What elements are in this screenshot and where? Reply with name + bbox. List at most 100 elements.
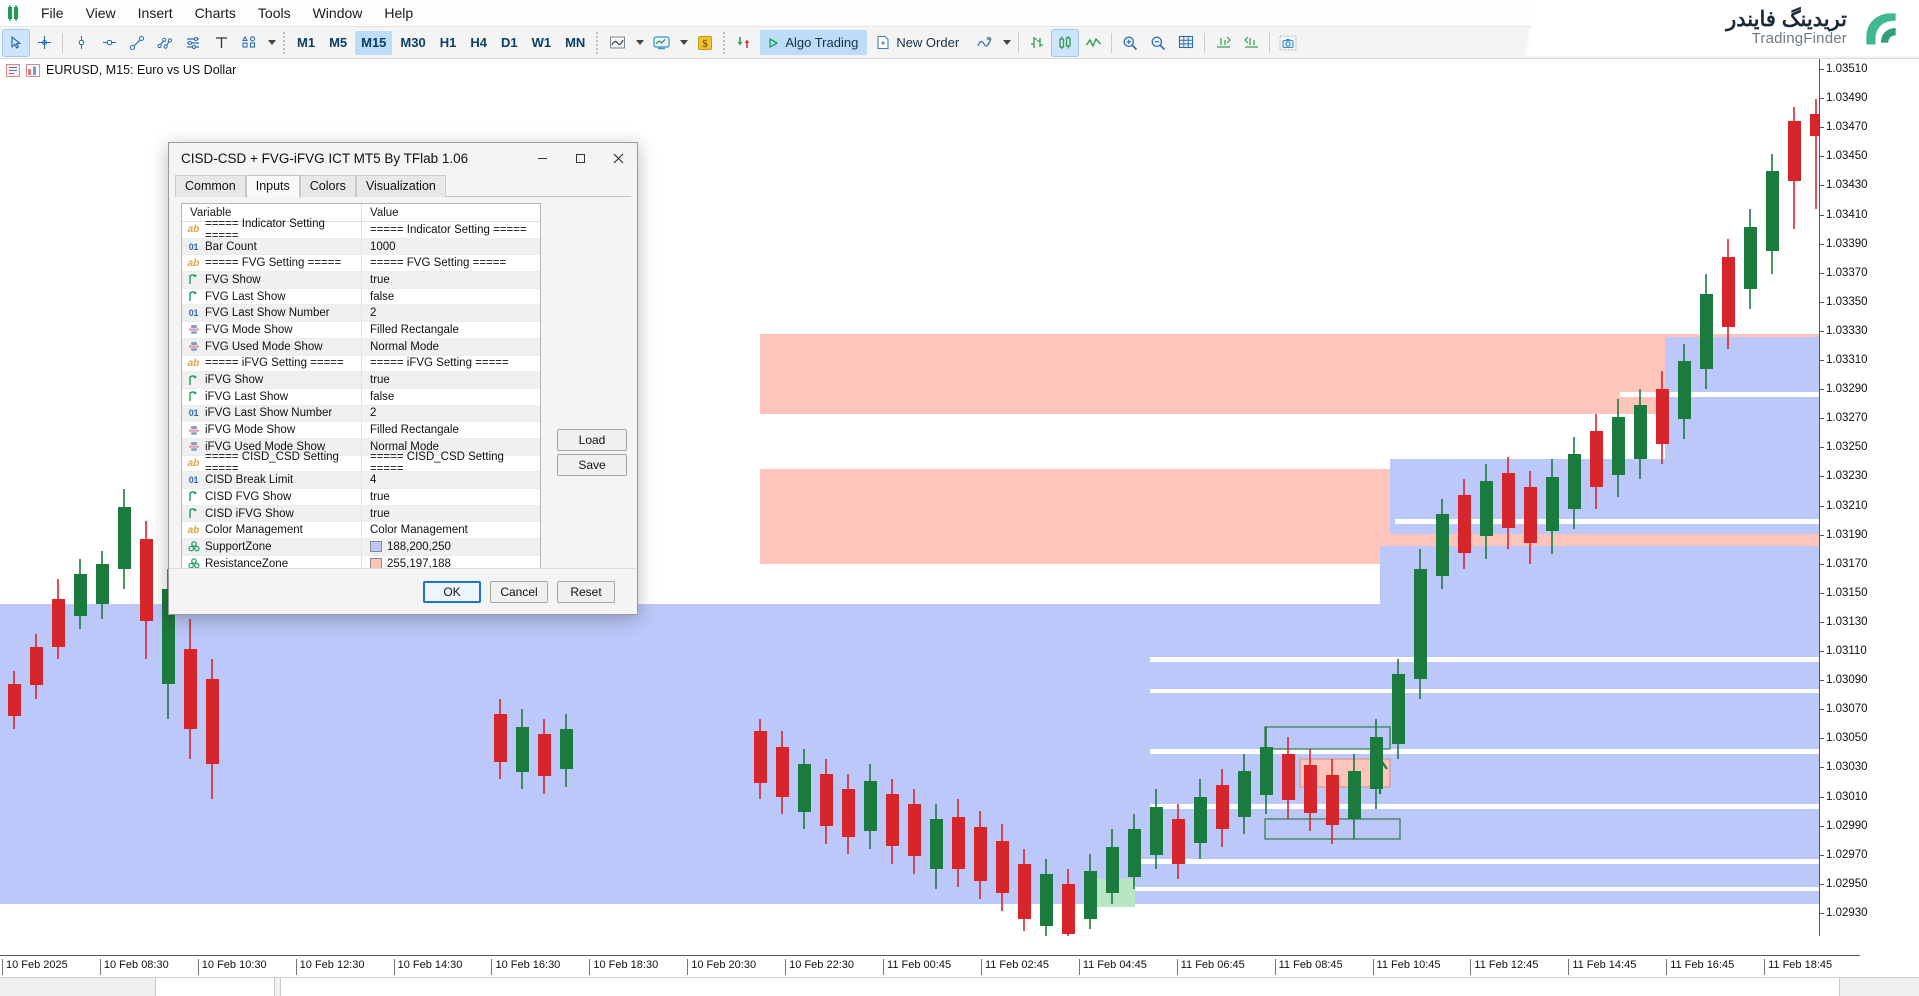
grid-row[interactable]: FVG Showtrue: [182, 272, 540, 289]
currency-icon[interactable]: $: [692, 30, 718, 56]
candlestick-chart-icon[interactable]: [1052, 30, 1078, 56]
timeframe-m15[interactable]: M15: [355, 31, 392, 55]
grid-row[interactable]: FVG Last Showfalse: [182, 289, 540, 306]
auto-scroll-icon[interactable]: [1238, 30, 1264, 56]
value-text: 188,200,250: [387, 541, 451, 553]
grid-row[interactable]: abColor ManagementColor Management: [182, 522, 540, 539]
play-icon: [767, 37, 779, 49]
shapes-icon[interactable]: [236, 30, 262, 56]
menu-tools[interactable]: Tools: [247, 1, 302, 25]
line-chart-icon[interactable]: [1080, 30, 1106, 56]
tab-visualization[interactable]: Visualization: [356, 175, 446, 197]
indicators-dropdown-icon[interactable]: [632, 30, 646, 56]
close-icon[interactable]: [1889, 3, 1915, 25]
grid-row[interactable]: 01Bar Count1000: [182, 239, 540, 256]
timeframe-w1[interactable]: W1: [526, 31, 558, 55]
grid-row[interactable]: ab===== Indicator Setting ========== Ind…: [182, 222, 540, 239]
dialog-minimize-icon[interactable]: [523, 143, 561, 174]
grid-icon[interactable]: [1173, 30, 1199, 56]
time-tick: 11 Feb 18:45: [1764, 959, 1832, 975]
text-icon[interactable]: [208, 30, 234, 56]
reset-button[interactable]: Reset: [557, 581, 615, 603]
price-tick: 1.03410: [1826, 209, 1868, 221]
grid-row[interactable]: ab===== iFVG Setting ========== iFVG Set…: [182, 356, 540, 373]
grid-row[interactable]: 01iFVG Last Show Number2: [182, 406, 540, 423]
inputs-grid[interactable]: Variable Value ab===== Indicator Setting…: [181, 203, 541, 569]
grid-row[interactable]: iFVG Mode ShowFilled Rectangale: [182, 422, 540, 439]
templates-icon[interactable]: [648, 30, 674, 56]
autotrade-icon[interactable]: [731, 30, 757, 56]
boolean-type-icon: [187, 374, 200, 386]
tab-colors[interactable]: Colors: [300, 175, 356, 197]
time-axis[interactable]: 10 Feb 202510 Feb 08:3010 Feb 10:3010 Fe…: [0, 955, 1860, 977]
templates-dropdown-icon[interactable]: [676, 30, 690, 56]
timeframe-m30[interactable]: M30: [394, 31, 431, 55]
boolean-type-icon: [187, 391, 200, 403]
menu-view[interactable]: View: [75, 1, 127, 25]
dialog-title-bar[interactable]: CISD-CSD + FVG-iFVG ICT MT5 By TFlab 1.0…: [169, 143, 637, 174]
channel-icon[interactable]: [180, 30, 206, 56]
vertical-line-icon[interactable]: [68, 30, 94, 56]
grid-row[interactable]: FVG Mode ShowFilled Rectangale: [182, 322, 540, 339]
menu-help[interactable]: Help: [373, 1, 424, 25]
grid-row[interactable]: 01CISD Break Limit4: [182, 472, 540, 489]
menu-charts[interactable]: Charts: [184, 1, 247, 25]
cursor-icon[interactable]: [3, 30, 29, 56]
timeframe-mn[interactable]: MN: [559, 31, 591, 55]
grid-row[interactable]: 01FVG Last Show Number2: [182, 305, 540, 322]
load-button[interactable]: Load: [557, 429, 627, 451]
shapes-dropdown-icon[interactable]: [264, 30, 278, 56]
menu-file[interactable]: File: [30, 1, 75, 25]
integer-type-icon: 01: [187, 241, 200, 253]
dialog-maximize-icon[interactable]: [561, 143, 599, 174]
cancel-button[interactable]: Cancel: [490, 581, 548, 603]
save-button[interactable]: Save: [557, 454, 627, 476]
time-tick: 10 Feb 10:30: [198, 959, 267, 975]
price-tick: 1.02950: [1826, 878, 1868, 890]
trendline-icon[interactable]: [124, 30, 150, 56]
chart-shift-icon[interactable]: [1210, 30, 1236, 56]
price-axis[interactable]: 1.035101.034901.034701.034501.034301.034…: [1819, 59, 1919, 936]
new-order-button[interactable]: New Order: [871, 30, 968, 55]
minimize-icon[interactable]: [1837, 3, 1863, 25]
grid-row[interactable]: ab===== CISD_CSD Setting ========== CISD…: [182, 456, 540, 473]
menu-window[interactable]: Window: [302, 1, 374, 25]
grid-row[interactable]: iFVG Last Showfalse: [182, 389, 540, 406]
menu-insert[interactable]: Insert: [127, 1, 184, 25]
grid-row[interactable]: iFVG Showtrue: [182, 372, 540, 389]
tab-common[interactable]: Common: [175, 175, 246, 197]
polyline-icon[interactable]: [152, 30, 178, 56]
grid-row[interactable]: CISD FVG Showtrue: [182, 489, 540, 506]
expert-advisor-icon[interactable]: [971, 30, 997, 56]
maximize-icon[interactable]: [1863, 3, 1889, 25]
grid-row[interactable]: ResistanceZone255,197,188: [182, 556, 540, 569]
timeframe-d1[interactable]: D1: [495, 31, 524, 55]
integer-type-icon: 01: [187, 407, 200, 419]
indicator-properties-dialog[interactable]: CISD-CSD + FVG-iFVG ICT MT5 By TFlab 1.0…: [168, 142, 638, 615]
bar-chart-icon[interactable]: [1024, 30, 1050, 56]
grid-row[interactable]: FVG Used Mode ShowNormal Mode: [182, 339, 540, 356]
screenshot-icon[interactable]: [1275, 30, 1301, 56]
price-tick: 1.03130: [1826, 616, 1868, 628]
color-swatch[interactable]: [370, 541, 382, 552]
terminal-tab[interactable]: [280, 978, 1840, 996]
timeframe-m5[interactable]: M5: [323, 31, 353, 55]
grid-row[interactable]: ab===== FVG Setting ========== FVG Setti…: [182, 255, 540, 272]
algo-trading-button[interactable]: Algo Trading: [760, 30, 867, 55]
grid-row[interactable]: CISD iFVG Showtrue: [182, 506, 540, 523]
ok-button[interactable]: OK: [423, 581, 481, 603]
expert-dropdown-icon[interactable]: [999, 30, 1013, 56]
horizontal-line-icon[interactable]: [96, 30, 122, 56]
timeframe-m1[interactable]: M1: [291, 31, 321, 55]
dialog-close-icon[interactable]: [599, 143, 637, 174]
chart-tab[interactable]: [155, 978, 275, 996]
timeframe-h1[interactable]: H1: [434, 31, 463, 55]
crosshair-icon[interactable]: [31, 30, 57, 56]
indicators-icon[interactable]: [604, 30, 630, 56]
tab-inputs[interactable]: Inputs: [246, 175, 300, 198]
zoom-in-icon[interactable]: [1117, 30, 1143, 56]
price-tick: 1.03430: [1826, 179, 1868, 191]
timeframe-h4[interactable]: H4: [464, 31, 493, 55]
zoom-out-icon[interactable]: [1145, 30, 1171, 56]
grid-row[interactable]: SupportZone188,200,250: [182, 539, 540, 556]
